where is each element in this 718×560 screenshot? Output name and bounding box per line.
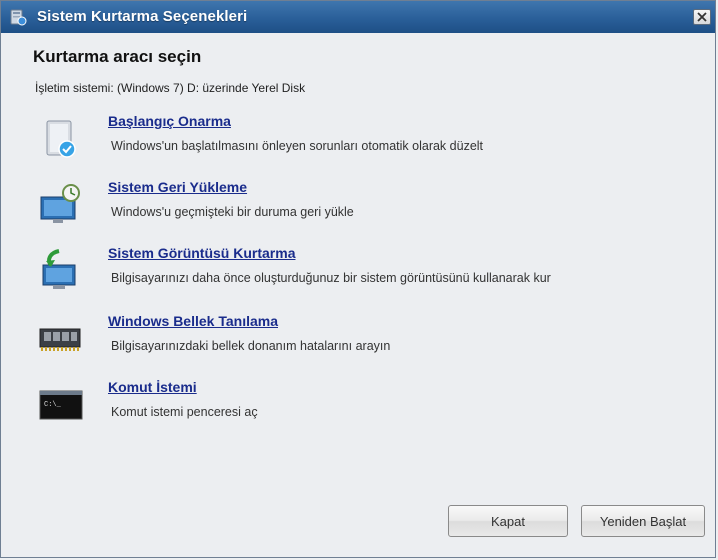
recovery-app-icon — [10, 9, 27, 26]
tool-system-image-recovery: Sistem Görüntüsü Kurtarma Bilgisayarınız… — [37, 245, 697, 301]
memory-diagnostic-link[interactable]: Windows Bellek Tanılama — [108, 313, 278, 329]
tool-command-prompt: C:\_ Komut İstemi Komut istemi penceresi… — [37, 379, 697, 435]
startup-repair-description: Windows'un başlatılmasını önleyen sorunl… — [111, 139, 484, 153]
system-image-recovery-icon — [42, 249, 76, 289]
operating-system-info: İşletim sistemi: (Windows 7) D: üzerinde… — [35, 81, 306, 95]
system-image-recovery-description: Bilgisayarınızı daha önce oluşturduğunuz… — [111, 271, 551, 285]
command-prompt-icon: C:\_ — [39, 390, 83, 420]
system-restore-description: Windows'u geçmişteki bir duruma geri yük… — [111, 205, 354, 219]
tool-startup-repair: Başlangıç Onarma Windows'un başlatılması… — [37, 113, 697, 169]
startup-repair-link[interactable]: Başlangıç Onarma — [108, 113, 231, 129]
memory-diagnostic-description: Bilgisayarınızdaki bellek donanım hatala… — [111, 339, 391, 353]
close-window-button[interactable] — [693, 9, 711, 25]
tool-memory-diagnostic: Windows Bellek Tanılama Bilgisayarınızda… — [37, 313, 697, 369]
window-title: Sistem Kurtarma Seçenekleri — [37, 8, 248, 25]
close-icon — [697, 12, 707, 22]
startup-repair-icon — [46, 120, 76, 158]
system-restore-link[interactable]: Sistem Geri Yükleme — [108, 179, 247, 195]
command-prompt-description: Komut istemi penceresi aç — [111, 405, 258, 419]
system-image-recovery-link[interactable]: Sistem Görüntüsü Kurtarma — [108, 245, 295, 261]
page-title: Kurtarma aracı seçin — [33, 47, 202, 66]
tool-system-restore: Sistem Geri Yükleme Windows'u geçmişteki… — [37, 179, 697, 235]
command-prompt-link[interactable]: Komut İstemi — [108, 379, 197, 395]
svg-text:C:\_: C:\_ — [44, 401, 62, 409]
recovery-options-window: Sistem Kurtarma Seçenekleri Kurtarma ara… — [0, 0, 716, 558]
memory-diagnostic-icon — [39, 328, 81, 351]
restart-button[interactable]: Yeniden Başlat — [581, 505, 705, 537]
close-button[interactable]: Kapat — [448, 505, 568, 537]
dialog-content: Kurtarma aracı seçin İşletim sistemi: (W… — [1, 33, 715, 557]
title-bar[interactable]: Sistem Kurtarma Seçenekleri — [1, 1, 715, 33]
system-restore-icon — [40, 184, 80, 223]
